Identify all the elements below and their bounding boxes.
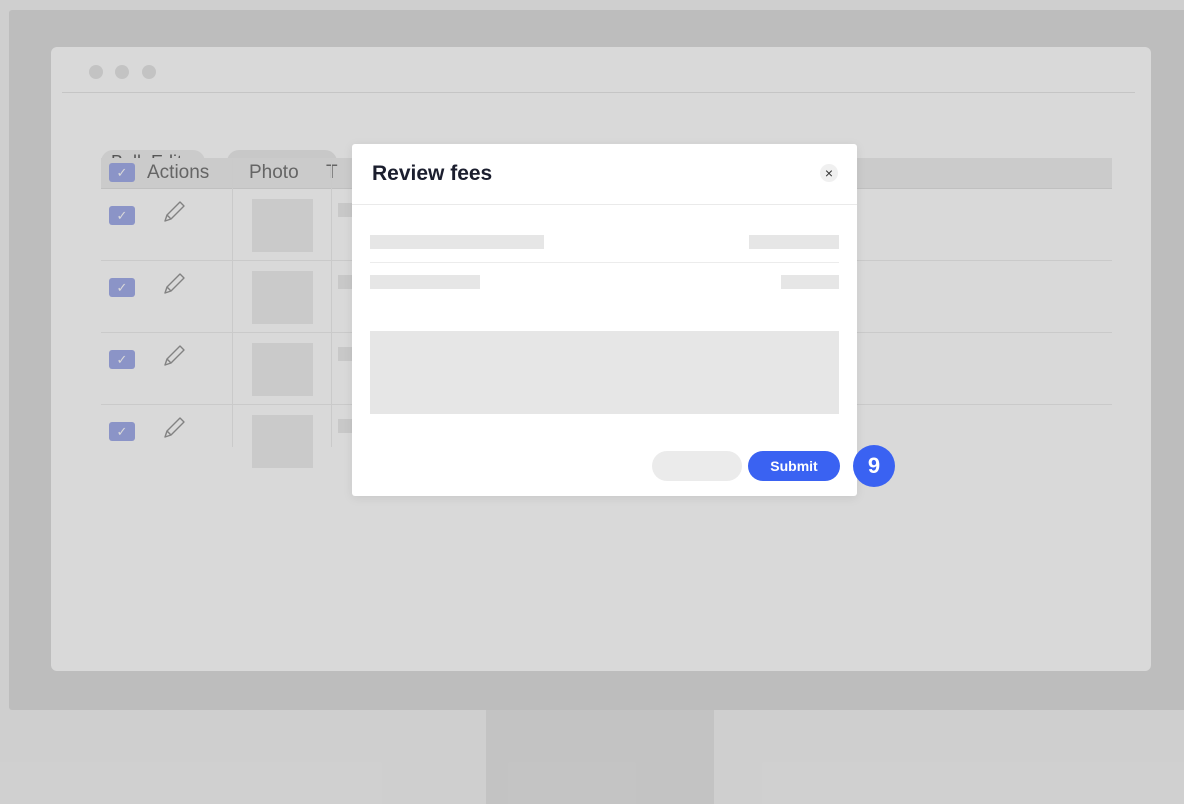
review-fees-dialog: Review fees × Submit [352, 144, 857, 496]
fee-divider [370, 262, 839, 263]
close-icon[interactable]: × [820, 164, 838, 182]
dialog-title: Review fees [372, 162, 493, 185]
fee-label-placeholder [370, 275, 480, 289]
dialog-header: Review fees × [352, 144, 857, 205]
submit-button[interactable]: Submit [748, 451, 840, 481]
fee-notes-box [370, 331, 839, 414]
fee-value-placeholder [749, 235, 839, 249]
cancel-button[interactable] [652, 451, 742, 481]
fee-value-placeholder [781, 275, 839, 289]
fee-label-placeholder [370, 235, 544, 249]
step-number-badge: 9 [853, 445, 895, 487]
